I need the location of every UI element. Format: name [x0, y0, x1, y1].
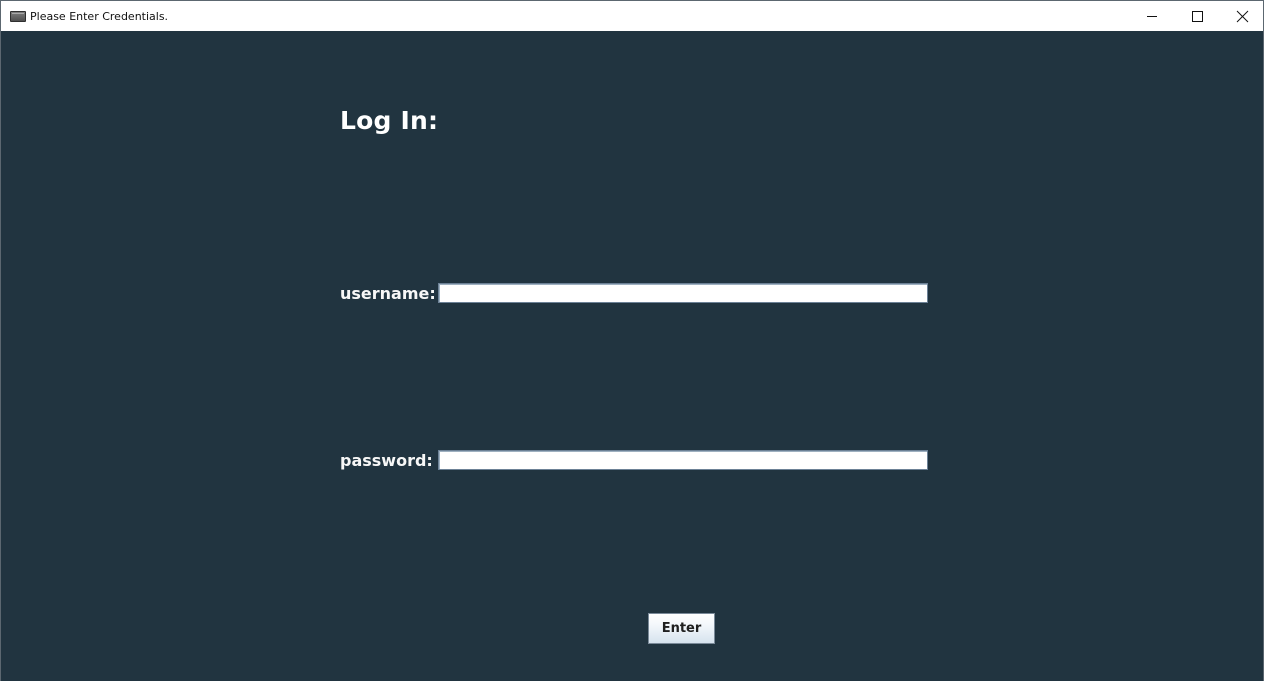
minimize-button[interactable] [1129, 1, 1175, 31]
window-title: Please Enter Credentials. [30, 10, 169, 23]
login-form-area: Log In: username: password: Enter [1, 31, 1263, 681]
login-heading: Log In: [340, 106, 439, 135]
login-window: Please Enter Credentials. Log In: userna… [0, 0, 1264, 681]
maximize-icon [1192, 11, 1203, 22]
password-input[interactable] [438, 450, 928, 470]
username-label: username: [340, 284, 436, 303]
maximize-button[interactable] [1174, 1, 1220, 31]
password-label: password: [340, 451, 433, 470]
close-icon [1236, 10, 1249, 23]
minimize-icon [1147, 16, 1157, 17]
close-button[interactable] [1219, 1, 1264, 31]
title-bar[interactable]: Please Enter Credentials. [1, 1, 1263, 31]
enter-button[interactable]: Enter [648, 613, 715, 644]
username-input[interactable] [438, 283, 928, 303]
app-window-icon [10, 11, 26, 22]
